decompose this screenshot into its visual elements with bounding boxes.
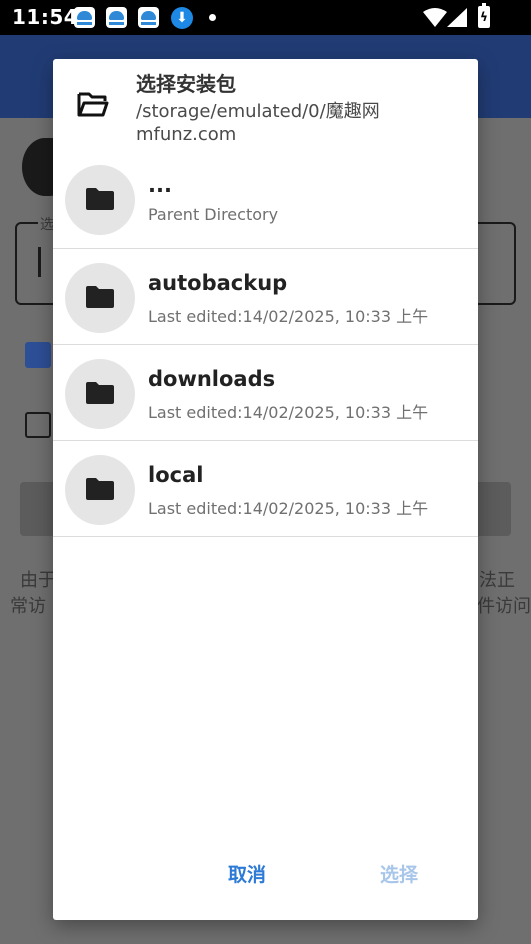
directory-list: ... Parent Directory autobackup Last edi… xyxy=(53,151,478,537)
more-notifications-dot xyxy=(209,14,216,21)
folder-icon xyxy=(86,382,114,404)
background-checkbox-checked xyxy=(25,342,51,368)
dialog-header: 选择安装包 /storage/emulated/0/魔趣网mfunz.com xyxy=(53,59,478,151)
folder-icon xyxy=(86,478,114,500)
folder-icon xyxy=(86,286,114,308)
background-note-right-1: 法正 xyxy=(479,570,515,591)
background-note-left-1: 由于 xyxy=(20,570,56,591)
folder-icon xyxy=(86,188,114,210)
entry-subtitle: Last edited:14/02/2025, 10:33 上午 xyxy=(148,499,429,518)
select-button[interactable]: 选择 xyxy=(380,860,418,887)
entry-name: downloads xyxy=(148,367,276,391)
background-checkbox xyxy=(25,412,51,438)
cancel-button[interactable]: 取消 xyxy=(228,860,266,887)
entry-subtitle: Last edited:14/02/2025, 10:33 上午 xyxy=(148,403,429,422)
current-path: /storage/emulated/0/魔趣网mfunz.com xyxy=(136,101,380,145)
download-icon: ⬇ xyxy=(171,7,193,29)
list-item-local[interactable]: local Last edited:14/02/2025, 10:33 上午 xyxy=(53,441,478,537)
entry-subtitle: Parent Directory xyxy=(148,205,279,224)
dialog-title: 选择安装包 xyxy=(136,72,236,96)
entry-name: local xyxy=(148,463,204,487)
battery-icon: ϟ xyxy=(478,3,490,28)
background-note-right-2: 件访问 xyxy=(477,596,531,617)
folder-icon-container xyxy=(65,359,135,429)
background-note-left-2: 常访 xyxy=(10,596,46,617)
entry-name: autobackup xyxy=(148,271,288,295)
folder-icon-container xyxy=(65,455,135,525)
status-time: 11:54 xyxy=(12,5,79,29)
list-item-autobackup[interactable]: autobackup Last edited:14/02/2025, 10:33… xyxy=(53,249,478,345)
entry-subtitle: Last edited:14/02/2025, 10:33 上午 xyxy=(148,307,429,326)
list-item-parent-directory[interactable]: ... Parent Directory xyxy=(53,151,478,249)
background-field-cursor xyxy=(38,247,41,277)
entry-name: ... xyxy=(148,173,172,197)
app-notification-icon xyxy=(106,7,127,28)
folder-icon-container xyxy=(65,165,135,235)
status-bar: 11:54 ⬇ ϟ xyxy=(0,0,531,35)
app-notification-icon xyxy=(138,7,159,28)
cell-signal-icon xyxy=(447,8,467,27)
wifi-icon xyxy=(423,8,447,27)
file-picker-dialog: 选择安装包 /storage/emulated/0/魔趣网mfunz.com .… xyxy=(53,59,478,920)
list-item-downloads[interactable]: downloads Last edited:14/02/2025, 10:33 … xyxy=(53,345,478,441)
open-folder-icon xyxy=(77,92,109,117)
app-notification-icon xyxy=(74,7,95,28)
folder-icon-container xyxy=(65,263,135,333)
